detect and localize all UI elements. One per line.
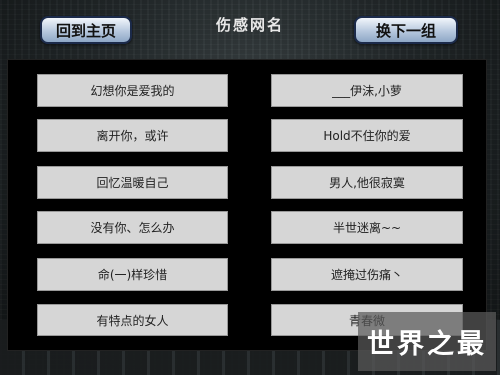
name-item[interactable]: 半世迷离~~ bbox=[271, 211, 463, 244]
name-item[interactable]: Hold不住你的爱 bbox=[271, 119, 463, 152]
name-item[interactable]: ___伊沫,小萝 bbox=[271, 74, 463, 107]
name-item[interactable]: 男人,他很寂寞 bbox=[271, 166, 463, 199]
watermark: 世界之最 bbox=[358, 312, 496, 371]
name-item[interactable]: 离开你，或许 bbox=[37, 119, 228, 152]
name-item[interactable]: 没有你、怎么办 bbox=[37, 211, 228, 244]
name-item[interactable]: 遮掩过伤痛丶 bbox=[271, 258, 463, 291]
name-item[interactable]: 幻想你是爱我的 bbox=[37, 74, 228, 107]
name-item[interactable]: 有特点的女人 bbox=[37, 304, 228, 336]
next-group-button[interactable]: 换下一组 bbox=[354, 16, 458, 44]
name-item[interactable]: 命(一)样珍惜 bbox=[37, 258, 228, 291]
name-item[interactable]: 回忆温暖自己 bbox=[37, 166, 228, 199]
